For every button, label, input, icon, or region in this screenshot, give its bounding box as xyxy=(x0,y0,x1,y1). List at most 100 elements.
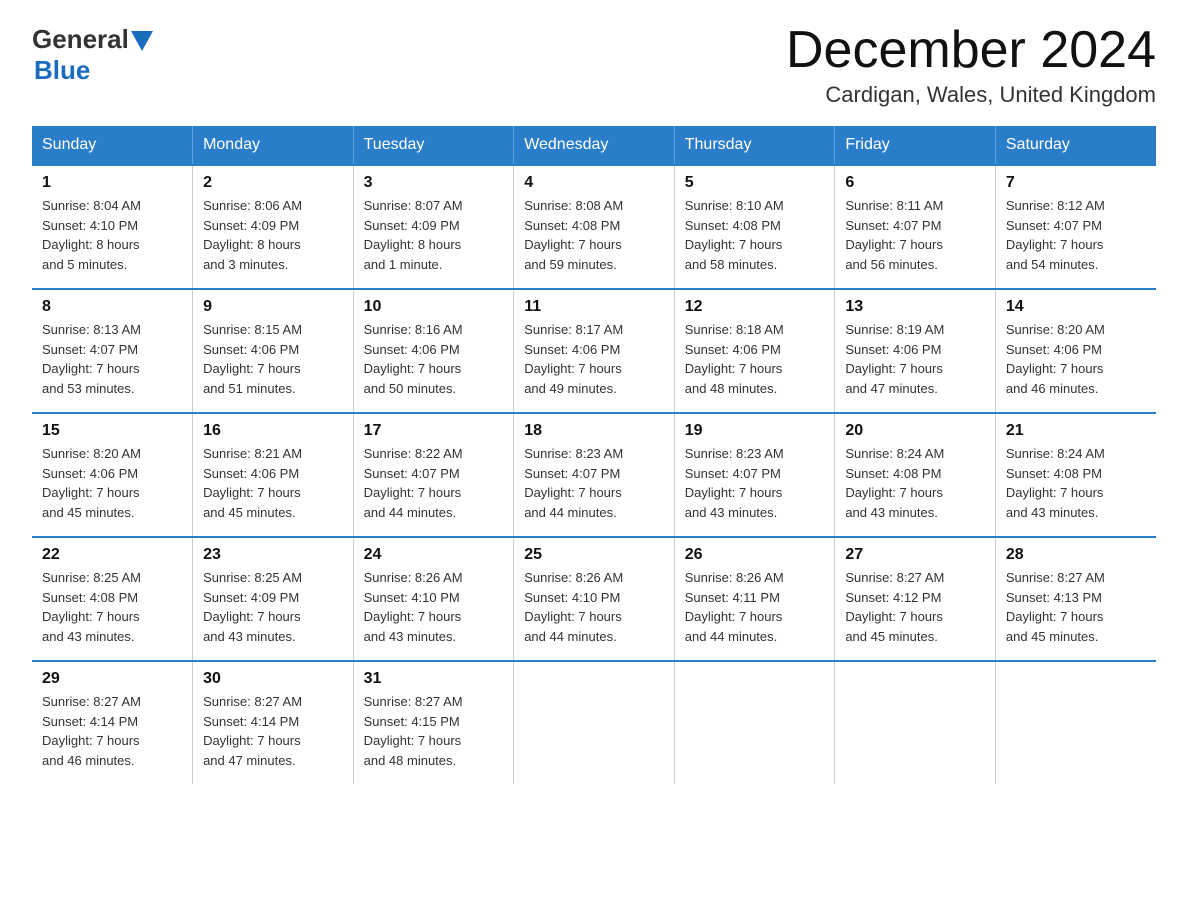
day-number: 18 xyxy=(524,422,664,440)
day-info: Sunrise: 8:22 AM Sunset: 4:07 PM Dayligh… xyxy=(364,444,504,522)
logo-triangle-icon xyxy=(131,31,153,51)
day-number: 6 xyxy=(845,174,985,192)
day-number: 30 xyxy=(203,670,343,688)
weekday-header-tuesday: Tuesday xyxy=(353,126,514,165)
day-number: 28 xyxy=(1006,546,1146,564)
day-number: 20 xyxy=(845,422,985,440)
day-number: 13 xyxy=(845,298,985,316)
calendar-cell: 3 Sunrise: 8:07 AM Sunset: 4:09 PM Daylig… xyxy=(353,165,514,289)
weekday-header-row: SundayMondayTuesdayWednesdayThursdayFrid… xyxy=(32,126,1156,165)
day-number: 16 xyxy=(203,422,343,440)
day-number: 26 xyxy=(685,546,825,564)
day-info: Sunrise: 8:26 AM Sunset: 4:10 PM Dayligh… xyxy=(524,568,664,646)
day-number: 29 xyxy=(42,670,182,688)
title-block: December 2024 Cardigan, Wales, United Ki… xyxy=(786,24,1156,108)
location: Cardigan, Wales, United Kingdom xyxy=(786,82,1156,108)
calendar-cell: 29 Sunrise: 8:27 AM Sunset: 4:14 PM Dayli… xyxy=(32,661,193,784)
weekday-header-thursday: Thursday xyxy=(674,126,835,165)
calendar-cell: 27 Sunrise: 8:27 AM Sunset: 4:12 PM Dayli… xyxy=(835,537,996,661)
day-info: Sunrise: 8:26 AM Sunset: 4:10 PM Dayligh… xyxy=(364,568,504,646)
calendar-cell: 12Sunrise: 8:18 AM Sunset: 4:06 PM Dayli… xyxy=(674,289,835,413)
day-info: Sunrise: 8:18 AM Sunset: 4:06 PM Dayligh… xyxy=(685,320,825,398)
day-info: Sunrise: 8:23 AM Sunset: 4:07 PM Dayligh… xyxy=(524,444,664,522)
day-number: 27 xyxy=(845,546,985,564)
day-info: Sunrise: 8:15 AM Sunset: 4:06 PM Dayligh… xyxy=(203,320,343,398)
day-info: Sunrise: 8:27 AM Sunset: 4:15 PM Dayligh… xyxy=(364,692,504,770)
day-number: 2 xyxy=(203,174,343,192)
day-number: 10 xyxy=(364,298,504,316)
day-info: Sunrise: 8:26 AM Sunset: 4:11 PM Dayligh… xyxy=(685,568,825,646)
calendar-cell: 17 Sunrise: 8:22 AM Sunset: 4:07 PM Dayli… xyxy=(353,413,514,537)
day-info: Sunrise: 8:25 AM Sunset: 4:08 PM Dayligh… xyxy=(42,568,182,646)
calendar-cell: 28 Sunrise: 8:27 AM Sunset: 4:13 PM Dayli… xyxy=(995,537,1156,661)
calendar-cell: 18 Sunrise: 8:23 AM Sunset: 4:07 PM Dayli… xyxy=(514,413,675,537)
calendar-cell: 26 Sunrise: 8:26 AM Sunset: 4:11 PM Dayli… xyxy=(674,537,835,661)
day-info: Sunrise: 8:27 AM Sunset: 4:13 PM Dayligh… xyxy=(1006,568,1146,646)
weekday-header-monday: Monday xyxy=(193,126,354,165)
calendar-cell xyxy=(514,661,675,784)
day-info: Sunrise: 8:27 AM Sunset: 4:14 PM Dayligh… xyxy=(42,692,182,770)
calendar-week-row: 22 Sunrise: 8:25 AM Sunset: 4:08 PM Dayli… xyxy=(32,537,1156,661)
calendar-cell: 21 Sunrise: 8:24 AM Sunset: 4:08 PM Dayli… xyxy=(995,413,1156,537)
day-info: Sunrise: 8:11 AM Sunset: 4:07 PM Dayligh… xyxy=(845,196,985,274)
day-info: Sunrise: 8:16 AM Sunset: 4:06 PM Dayligh… xyxy=(364,320,504,398)
calendar-cell: 15 Sunrise: 8:20 AM Sunset: 4:06 PM Dayli… xyxy=(32,413,193,537)
logo-blue: Blue xyxy=(34,55,90,86)
weekday-header-wednesday: Wednesday xyxy=(514,126,675,165)
day-info: Sunrise: 8:04 AM Sunset: 4:10 PM Dayligh… xyxy=(42,196,182,274)
calendar-cell xyxy=(995,661,1156,784)
day-number: 14 xyxy=(1006,298,1146,316)
day-info: Sunrise: 8:08 AM Sunset: 4:08 PM Dayligh… xyxy=(524,196,664,274)
day-info: Sunrise: 8:20 AM Sunset: 4:06 PM Dayligh… xyxy=(42,444,182,522)
day-number: 17 xyxy=(364,422,504,440)
calendar-cell: 24 Sunrise: 8:26 AM Sunset: 4:10 PM Dayli… xyxy=(353,537,514,661)
calendar-cell: 7Sunrise: 8:12 AM Sunset: 4:07 PM Daylig… xyxy=(995,165,1156,289)
day-info: Sunrise: 8:19 AM Sunset: 4:06 PM Dayligh… xyxy=(845,320,985,398)
calendar-cell: 25 Sunrise: 8:26 AM Sunset: 4:10 PM Dayli… xyxy=(514,537,675,661)
day-number: 31 xyxy=(364,670,504,688)
calendar-week-row: 29 Sunrise: 8:27 AM Sunset: 4:14 PM Dayli… xyxy=(32,661,1156,784)
calendar-week-row: 15 Sunrise: 8:20 AM Sunset: 4:06 PM Dayli… xyxy=(32,413,1156,537)
day-number: 21 xyxy=(1006,422,1146,440)
calendar-cell: 22 Sunrise: 8:25 AM Sunset: 4:08 PM Dayli… xyxy=(32,537,193,661)
day-number: 7 xyxy=(1006,174,1146,192)
day-number: 24 xyxy=(364,546,504,564)
day-info: Sunrise: 8:27 AM Sunset: 4:12 PM Dayligh… xyxy=(845,568,985,646)
day-number: 3 xyxy=(364,174,504,192)
calendar-cell xyxy=(835,661,996,784)
calendar-cell: 5Sunrise: 8:10 AM Sunset: 4:08 PM Daylig… xyxy=(674,165,835,289)
day-info: Sunrise: 8:07 AM Sunset: 4:09 PM Dayligh… xyxy=(364,196,504,274)
day-info: Sunrise: 8:10 AM Sunset: 4:08 PM Dayligh… xyxy=(685,196,825,274)
calendar-cell: 2 Sunrise: 8:06 AM Sunset: 4:09 PM Daylig… xyxy=(193,165,354,289)
day-number: 22 xyxy=(42,546,182,564)
calendar-cell: 8Sunrise: 8:13 AM Sunset: 4:07 PM Daylig… xyxy=(32,289,193,413)
calendar-cell: 14Sunrise: 8:20 AM Sunset: 4:06 PM Dayli… xyxy=(995,289,1156,413)
day-info: Sunrise: 8:23 AM Sunset: 4:07 PM Dayligh… xyxy=(685,444,825,522)
calendar-cell: 20Sunrise: 8:24 AM Sunset: 4:08 PM Dayli… xyxy=(835,413,996,537)
calendar-table: SundayMondayTuesdayWednesdayThursdayFrid… xyxy=(32,126,1156,784)
day-info: Sunrise: 8:13 AM Sunset: 4:07 PM Dayligh… xyxy=(42,320,182,398)
day-info: Sunrise: 8:06 AM Sunset: 4:09 PM Dayligh… xyxy=(203,196,343,274)
day-number: 11 xyxy=(524,298,664,316)
calendar-cell: 1Sunrise: 8:04 AM Sunset: 4:10 PM Daylig… xyxy=(32,165,193,289)
day-info: Sunrise: 8:24 AM Sunset: 4:08 PM Dayligh… xyxy=(1006,444,1146,522)
day-info: Sunrise: 8:17 AM Sunset: 4:06 PM Dayligh… xyxy=(524,320,664,398)
calendar-week-row: 8Sunrise: 8:13 AM Sunset: 4:07 PM Daylig… xyxy=(32,289,1156,413)
day-number: 15 xyxy=(42,422,182,440)
calendar-cell: 16 Sunrise: 8:21 AM Sunset: 4:06 PM Dayli… xyxy=(193,413,354,537)
day-info: Sunrise: 8:27 AM Sunset: 4:14 PM Dayligh… xyxy=(203,692,343,770)
day-info: Sunrise: 8:21 AM Sunset: 4:06 PM Dayligh… xyxy=(203,444,343,522)
calendar-cell: 6 Sunrise: 8:11 AM Sunset: 4:07 PM Daylig… xyxy=(835,165,996,289)
day-info: Sunrise: 8:25 AM Sunset: 4:09 PM Dayligh… xyxy=(203,568,343,646)
logo: General Blue xyxy=(32,24,153,86)
calendar-cell: 9Sunrise: 8:15 AM Sunset: 4:06 PM Daylig… xyxy=(193,289,354,413)
day-number: 25 xyxy=(524,546,664,564)
calendar-cell: 31 Sunrise: 8:27 AM Sunset: 4:15 PM Dayli… xyxy=(353,661,514,784)
day-number: 23 xyxy=(203,546,343,564)
calendar-cell: 10 Sunrise: 8:16 AM Sunset: 4:06 PM Dayli… xyxy=(353,289,514,413)
calendar-cell: 13 Sunrise: 8:19 AM Sunset: 4:06 PM Dayli… xyxy=(835,289,996,413)
calendar-cell: 30 Sunrise: 8:27 AM Sunset: 4:14 PM Dayli… xyxy=(193,661,354,784)
calendar-cell: 23 Sunrise: 8:25 AM Sunset: 4:09 PM Dayli… xyxy=(193,537,354,661)
day-number: 19 xyxy=(685,422,825,440)
month-title: December 2024 xyxy=(786,24,1156,76)
